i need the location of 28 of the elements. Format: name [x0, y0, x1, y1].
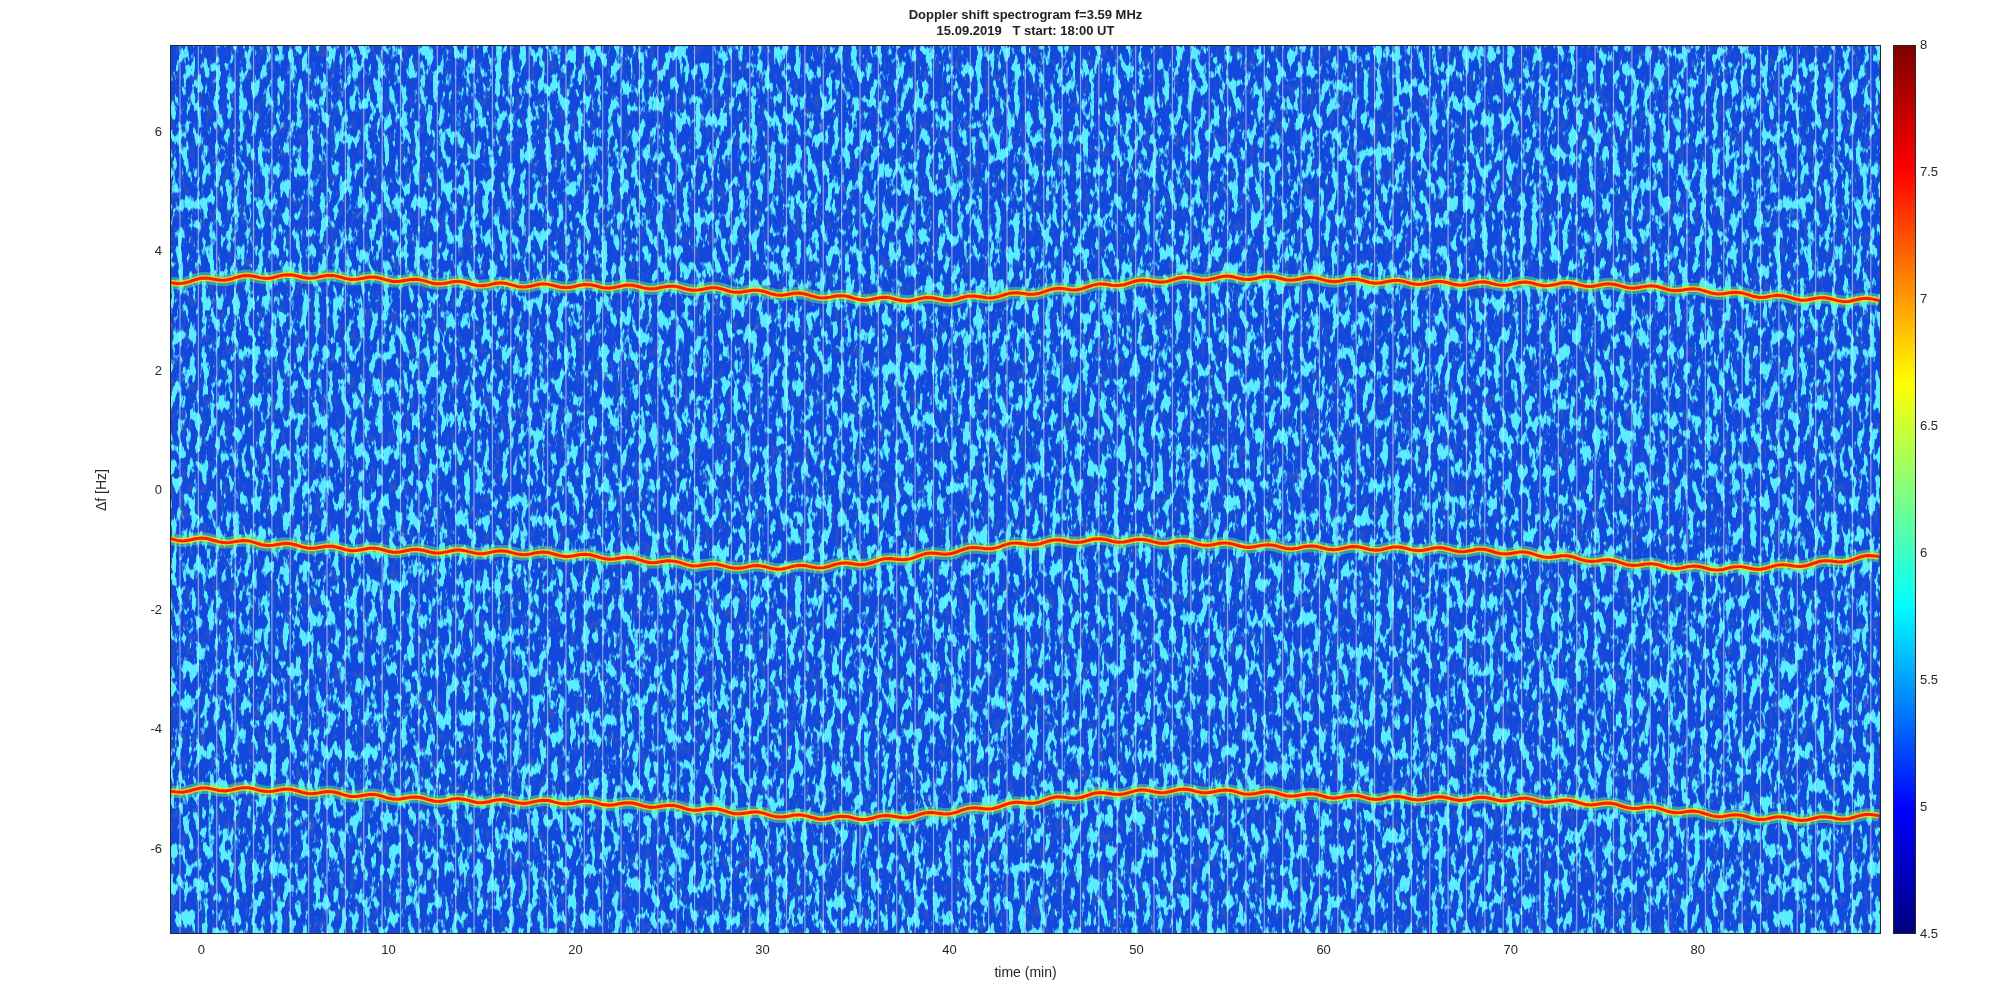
y-tick-label: -6	[150, 840, 162, 857]
colorbar-tick-label: 4.5	[1920, 926, 1939, 942]
x-tick-label: 10	[381, 942, 396, 958]
y-axis-label: Δf [Hz]	[93, 468, 109, 511]
chart-title: Doppler shift spectrogram f=3.59 MHz	[908, 7, 1143, 22]
colorbar-tick-label: 6	[1920, 545, 1928, 561]
y-tick-label: 2	[154, 362, 162, 379]
x-tick-label: 70	[1503, 942, 1518, 958]
y-tick-label: -2	[150, 601, 162, 618]
x-axis-label: time (min)	[994, 964, 1057, 980]
x-tick-label: 60	[1316, 942, 1331, 958]
x-tick-label: 50	[1129, 942, 1144, 958]
chart-title: 15.09.2019 T start: 18:00 UT	[936, 23, 1115, 38]
x-tick-label: 80	[1690, 942, 1705, 958]
colorbar-tick-label: 7	[1920, 291, 1928, 307]
colorbar-tick-label: 5	[1920, 799, 1928, 815]
y-tick-label: 4	[154, 243, 162, 260]
colorbar-tick-label: 6.5	[1920, 418, 1939, 434]
x-tick-label: 0	[197, 942, 206, 958]
y-tick-label: 6	[154, 123, 162, 140]
y-tick-label: -4	[150, 721, 162, 738]
colorbar-tick-label: 8	[1920, 37, 1928, 53]
x-tick-label: 40	[942, 942, 957, 958]
x-tick-label: 30	[755, 942, 770, 958]
y-tick-label: 0	[154, 482, 162, 499]
colorbar-tick-label: 7.5	[1920, 164, 1939, 180]
colorbar-tick-label: 5.5	[1920, 672, 1939, 688]
x-tick-label: 20	[568, 942, 583, 958]
